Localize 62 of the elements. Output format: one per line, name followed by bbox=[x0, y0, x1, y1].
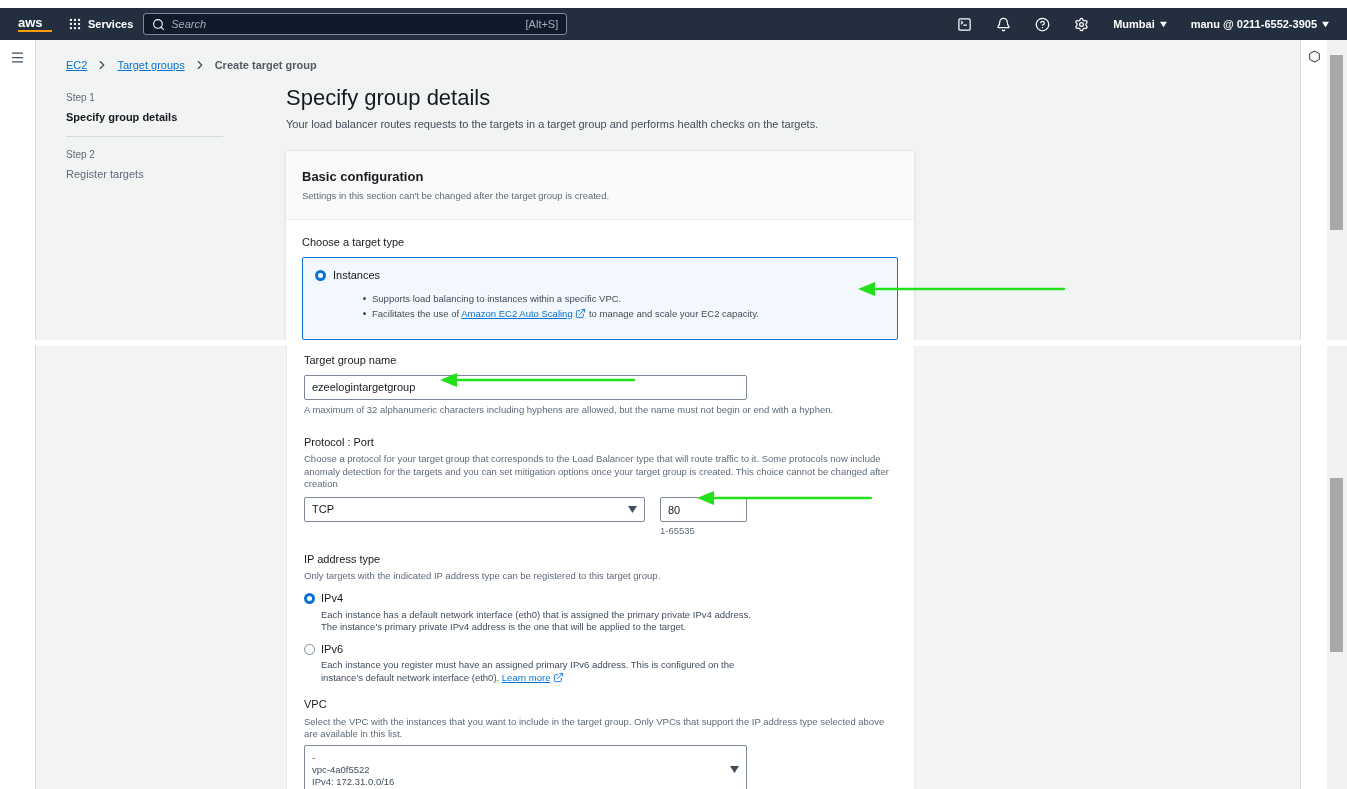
step-title[interactable]: Register targets bbox=[66, 165, 223, 182]
vpc-select[interactable]: - vpc-4a0f5522 IPv4: 172.31.0.0/16 bbox=[304, 744, 747, 789]
logo[interactable]: aws bbox=[18, 16, 52, 32]
target-type-option[interactable]: Instances Supports load balancing to instances within a specific VPC. Facilitates the use of Amazon EC2 Auto Scaling to manage and scale your EC2 capacity. bbox=[302, 256, 898, 340]
field-description: Only targets with the indicated IP address type can be registered to this target group. bbox=[304, 569, 662, 583]
radio-button[interactable] bbox=[304, 593, 315, 604]
terminal-icon[interactable] bbox=[957, 16, 973, 32]
page-description: Your load balancer routes requests to the targets in a target group and performs health checks on the targets. bbox=[286, 117, 820, 132]
scrollbar-thumb[interactable] bbox=[1330, 55, 1343, 230]
shortcut-hint: [Alt+S] bbox=[525, 16, 559, 32]
external-link-icon bbox=[553, 671, 565, 683]
vpc-option-line: - bbox=[312, 751, 317, 764]
field-label: IP address type bbox=[304, 551, 382, 567]
search-placeholder: Search bbox=[171, 16, 208, 32]
page-title: Specify group details bbox=[286, 84, 492, 112]
field-description: Choose a protocol for your target group that corresponds to the Load Balancer type that will route traffic to it. Some protocols now include anomaly detection for the targets and you can set mitigation options once your target group is created. This choice cannot be changed after creation bbox=[304, 453, 890, 491]
field-label: Target group name bbox=[304, 353, 398, 368]
breadcrumb-link[interactable]: Target groups bbox=[117, 56, 185, 74]
caret-icon bbox=[730, 766, 739, 774]
field-label: Protocol : Port bbox=[304, 434, 375, 450]
bullet-text: Supports load balancing to instances within a specific VPC. bbox=[372, 292, 622, 307]
services-button[interactable]: Services bbox=[68, 15, 134, 33]
vpc-option-line: vpc-4a0f5522 bbox=[312, 763, 371, 776]
field-hint: A maximum of 32 alphanumeric characters including hyphens are allowed, but the name must not begin or end with a hyphen. bbox=[304, 402, 835, 417]
auto-scaling-link[interactable]: Amazon EC2 Auto Scaling bbox=[461, 307, 573, 319]
option-description: Each instance has a default network interface (eth0) that is assigned the primary private IPv4 address. The instance's primary private IPv4 address is the one that will be applied to the target. bbox=[321, 608, 752, 634]
field-description: Select the VPC with the instances that you want to include in the target group. Only VPCs that support the IP address type selected above are available in this list. bbox=[304, 715, 886, 741]
external-link-icon bbox=[575, 307, 587, 319]
caret-icon bbox=[1159, 20, 1167, 28]
step-number: Step 2 bbox=[66, 147, 96, 162]
breadcrumb-current: Create target group bbox=[214, 57, 317, 73]
breadcrumb-link[interactable]: EC2 bbox=[66, 56, 88, 74]
learn-more-link[interactable]: Learn more bbox=[501, 671, 551, 683]
protocol-select[interactable]: TCP bbox=[304, 496, 645, 522]
section-description: Settings in this section can't be changed after the target group is created. bbox=[302, 189, 611, 203]
step-title[interactable]: Specify group details bbox=[66, 109, 223, 126]
port-hint: 1-65535 bbox=[660, 524, 696, 539]
option-label: IPv6 bbox=[321, 641, 343, 657]
scrollbar-thumb[interactable] bbox=[1330, 478, 1343, 652]
option-description: Each instance you register must have an assigned primary IPv6 address. This is configured on the instance's default network interface (eth0). Learn more bbox=[321, 659, 736, 685]
radio-button[interactable] bbox=[304, 643, 315, 655]
bullet-text: Facilitates the use of Amazon EC2 Auto Scaling to manage and scale your EC2 capacity. bbox=[372, 306, 759, 321]
step-number: Step 1 bbox=[66, 91, 96, 105]
port-field[interactable]: 80 bbox=[660, 497, 747, 523]
search-field[interactable]: Search [Alt+S] bbox=[143, 13, 568, 35]
option-label: IPv4 bbox=[321, 591, 343, 607]
account-menu[interactable]: manu @ 0211-6552-3905 bbox=[1190, 15, 1329, 33]
bell-icon[interactable] bbox=[996, 16, 1012, 32]
field-label: Choose a target type bbox=[302, 235, 406, 251]
caret-icon bbox=[628, 505, 637, 513]
region-menu[interactable]: Mumbai bbox=[1113, 15, 1167, 33]
menu-icon[interactable] bbox=[10, 50, 25, 65]
caret-icon bbox=[1322, 20, 1329, 28]
vpc-option-line: IPv4: 172.31.0.0/16 bbox=[312, 775, 395, 788]
option-label: Instances bbox=[333, 267, 381, 283]
help-icon[interactable] bbox=[1035, 16, 1051, 32]
target-group-name-field[interactable]: ezeelogintargetgroup bbox=[304, 374, 747, 400]
radio-button[interactable] bbox=[315, 269, 326, 281]
search-icon bbox=[152, 17, 166, 31]
section-title: Basic configuration bbox=[302, 167, 425, 186]
field-label: VPC bbox=[304, 697, 328, 713]
grid-icon bbox=[68, 17, 82, 31]
